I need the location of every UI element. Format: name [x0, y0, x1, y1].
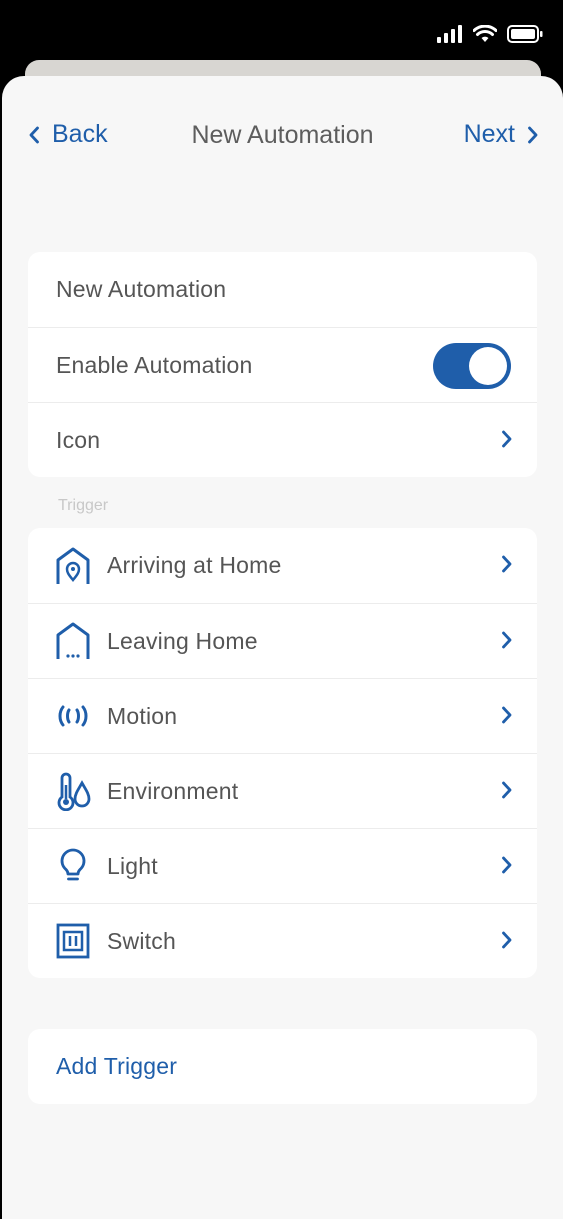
- motion-icon: [53, 696, 93, 736]
- trigger-label: Environment: [107, 777, 239, 804]
- chevron-right-icon: [502, 781, 512, 799]
- trigger-label: Arriving at Home: [107, 552, 282, 578]
- arriving-home-icon: [53, 546, 93, 586]
- battery-icon: [507, 25, 543, 43]
- chevron-right-icon: [502, 856, 512, 874]
- trigger-section-label: Trigger: [58, 497, 109, 514]
- trigger-label: Motion: [107, 702, 178, 729]
- trigger-label: Light: [107, 852, 158, 879]
- icon-row[interactable]: Icon: [28, 402, 537, 477]
- navigation-bar: Back New Automation Next: [2, 76, 563, 196]
- icon-label: Icon: [56, 426, 101, 453]
- chevron-right-icon: [502, 555, 512, 573]
- chevron-right-icon: [502, 430, 512, 448]
- trigger-list: Arriving at Home Leaving Home Motion Env…: [28, 528, 537, 978]
- enable-automation-toggle[interactable]: [433, 343, 511, 389]
- light-bulb-icon: [53, 846, 93, 886]
- chevron-right-icon: [502, 706, 512, 724]
- automation-name: New Automation: [56, 276, 227, 302]
- toggle-knob: [469, 347, 507, 385]
- switch-icon: [53, 921, 93, 961]
- modal-sheet: Back New Automation Next New Automation …: [2, 76, 563, 1219]
- wifi-icon: [473, 25, 497, 42]
- environment-icon: [53, 771, 93, 811]
- leaving-home-icon: [53, 621, 93, 661]
- trigger-item-arriving-home[interactable]: Arriving at Home: [28, 528, 537, 603]
- trigger-item-motion[interactable]: Motion: [28, 678, 537, 753]
- automation-name-field[interactable]: New Automation: [28, 252, 537, 327]
- add-trigger-label: Add Trigger: [56, 1053, 178, 1079]
- chevron-right-icon: [502, 631, 512, 649]
- signal-icon: [437, 25, 462, 43]
- trigger-item-light[interactable]: Light: [28, 828, 537, 903]
- status-icons: [437, 25, 543, 43]
- add-trigger-button[interactable]: Add Trigger: [28, 1029, 537, 1104]
- trigger-label: Leaving Home: [107, 627, 258, 654]
- settings-card: New Automation Enable Automation Icon: [28, 252, 537, 477]
- trigger-item-switch[interactable]: Switch: [28, 903, 537, 978]
- enable-automation-row: Enable Automation: [28, 327, 537, 402]
- chevron-right-icon: [502, 931, 512, 949]
- chevron-right-icon: [528, 126, 538, 143]
- next-button[interactable]: Next: [464, 120, 539, 149]
- next-label: Next: [463, 120, 515, 148]
- trigger-item-environment[interactable]: Environment: [28, 753, 537, 828]
- trigger-label: Switch: [107, 927, 176, 954]
- add-trigger-card: Add Trigger: [28, 1029, 537, 1104]
- trigger-item-leaving-home[interactable]: Leaving Home: [28, 603, 537, 678]
